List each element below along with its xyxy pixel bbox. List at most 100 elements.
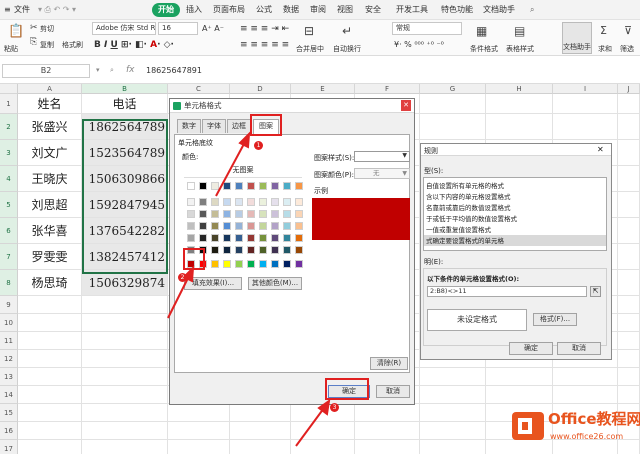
color-swatch[interactable] bbox=[199, 182, 207, 190]
empty-cell[interactable] bbox=[230, 422, 291, 440]
empty-cell[interactable] bbox=[420, 94, 486, 114]
table-style-button[interactable]: 表格样式 bbox=[506, 44, 534, 54]
menu-review[interactable]: 审阅 bbox=[310, 3, 326, 17]
color-swatch[interactable] bbox=[187, 234, 195, 242]
color-swatch[interactable] bbox=[295, 198, 303, 206]
clear-button[interactable]: 清除(R) bbox=[370, 357, 408, 370]
color-swatch[interactable] bbox=[235, 234, 243, 242]
color-swatch[interactable] bbox=[187, 198, 195, 206]
column-header[interactable]: G bbox=[420, 84, 486, 94]
color-swatch[interactable] bbox=[271, 198, 279, 206]
rule-type-item[interactable]: 名靠前或靠后的数值设置格式 bbox=[426, 202, 511, 212]
color-swatch[interactable] bbox=[271, 210, 279, 218]
phone-cell[interactable]: 1862564789 bbox=[82, 114, 168, 140]
empty-cell[interactable] bbox=[291, 422, 355, 440]
zoom-icon[interactable]: ⌕ bbox=[110, 66, 114, 75]
color-swatch[interactable] bbox=[259, 246, 267, 254]
color-swatch[interactable] bbox=[211, 222, 219, 230]
menu-developer[interactable]: 开发工具 bbox=[396, 3, 428, 17]
empty-cell[interactable] bbox=[618, 192, 640, 218]
color-swatch[interactable] bbox=[247, 182, 255, 190]
empty-cell[interactable] bbox=[618, 270, 640, 296]
color-swatch[interactable] bbox=[223, 222, 231, 230]
phone-cell[interactable]: 1523564789 bbox=[82, 140, 168, 166]
formula-input[interactable]: 18625647891 bbox=[146, 66, 202, 75]
color-swatch[interactable] bbox=[211, 246, 219, 254]
font-size-select[interactable]: 16 bbox=[158, 22, 198, 35]
sum-icon[interactable]: Σ bbox=[600, 24, 607, 37]
empty-cell[interactable] bbox=[82, 296, 168, 314]
empty-cell[interactable] bbox=[168, 422, 230, 440]
color-swatch[interactable] bbox=[283, 246, 291, 254]
color-swatch[interactable] bbox=[211, 198, 219, 206]
row-header[interactable]: 14 bbox=[0, 386, 18, 404]
color-swatch[interactable] bbox=[247, 210, 255, 218]
color-swatch[interactable] bbox=[223, 246, 231, 254]
tab-font[interactable]: 字体 bbox=[202, 119, 226, 133]
color-swatch[interactable] bbox=[271, 182, 279, 190]
rule-cancel-button[interactable]: 取消 bbox=[557, 342, 601, 355]
rule-format-button[interactable]: 格式(F)... bbox=[533, 313, 577, 326]
pattern-color-select[interactable]: 无 ▼ bbox=[354, 168, 410, 179]
empty-cell[interactable] bbox=[618, 166, 640, 192]
empty-cell[interactable] bbox=[486, 386, 553, 404]
empty-cell[interactable] bbox=[486, 114, 553, 140]
empty-cell[interactable] bbox=[355, 440, 420, 454]
name-box-dropdown-icon[interactable]: ▾ bbox=[96, 66, 100, 74]
color-swatch[interactable] bbox=[199, 210, 207, 218]
color-swatch[interactable] bbox=[295, 234, 303, 242]
rule-type-item[interactable]: 自值设置所有单元格的格式 bbox=[426, 180, 504, 190]
empty-cell[interactable] bbox=[18, 386, 82, 404]
phone-cell[interactable]: 1506309866 bbox=[82, 166, 168, 192]
phone-cell[interactable]: 1506329874 bbox=[82, 270, 168, 296]
empty-cell[interactable] bbox=[618, 218, 640, 244]
color-swatch[interactable] bbox=[259, 198, 267, 206]
row-header[interactable]: 9 bbox=[0, 296, 18, 314]
header-cell-phone[interactable]: 电话 bbox=[82, 94, 168, 114]
color-swatch[interactable] bbox=[259, 182, 267, 190]
empty-cell[interactable] bbox=[618, 350, 640, 368]
color-swatch[interactable] bbox=[235, 222, 243, 230]
color-swatch[interactable] bbox=[247, 260, 255, 268]
column-header[interactable]: C bbox=[168, 84, 230, 94]
copy-icon[interactable]: ⎘ bbox=[30, 37, 37, 47]
color-swatch[interactable] bbox=[235, 246, 243, 254]
color-swatch[interactable] bbox=[235, 210, 243, 218]
empty-cell[interactable] bbox=[82, 422, 168, 440]
phone-cell[interactable]: 1376542282 bbox=[82, 218, 168, 244]
rule-type-list[interactable]: 自值设置所有单元格的格式 含以下内容的单元格设置格式 名靠前或靠后的数值设置格式… bbox=[423, 177, 607, 251]
cancel-button[interactable]: 取消 bbox=[376, 385, 410, 398]
empty-cell[interactable] bbox=[18, 368, 82, 386]
filter-button[interactable]: 筛选 bbox=[620, 44, 634, 54]
empty-cell[interactable] bbox=[618, 314, 640, 332]
color-swatch[interactable] bbox=[187, 182, 195, 190]
sum-button[interactable]: 求和 bbox=[598, 44, 612, 54]
empty-cell[interactable] bbox=[618, 114, 640, 140]
color-swatch[interactable] bbox=[247, 234, 255, 242]
empty-cell[interactable] bbox=[168, 440, 230, 454]
color-swatch[interactable] bbox=[247, 246, 255, 254]
empty-cell[interactable] bbox=[618, 296, 640, 314]
color-swatch[interactable] bbox=[199, 198, 207, 206]
row-header[interactable]: 2 bbox=[0, 114, 18, 140]
empty-cell[interactable] bbox=[291, 440, 355, 454]
color-swatch[interactable] bbox=[235, 198, 243, 206]
color-swatch[interactable] bbox=[187, 210, 195, 218]
font-name-select[interactable]: Adobe 仿宋 Std R bbox=[92, 22, 156, 35]
color-swatch[interactable] bbox=[283, 260, 291, 268]
font-grow-icon[interactable]: A⁺ A⁻ bbox=[202, 24, 224, 33]
empty-cell[interactable] bbox=[230, 440, 291, 454]
format-painter-button[interactable]: 格式刷 bbox=[62, 40, 83, 50]
conditional-format-button[interactable]: 条件格式 bbox=[470, 44, 498, 54]
empty-cell[interactable] bbox=[618, 94, 640, 114]
empty-cell[interactable] bbox=[486, 368, 553, 386]
conditional-format-icon[interactable]: ▦ bbox=[476, 24, 487, 38]
color-swatch[interactable] bbox=[211, 210, 219, 218]
empty-cell[interactable] bbox=[82, 440, 168, 454]
column-header[interactable]: E bbox=[291, 84, 355, 94]
color-swatch[interactable] bbox=[187, 222, 195, 230]
empty-cell[interactable] bbox=[486, 94, 553, 114]
name-cell[interactable]: 王晓庆 bbox=[18, 166, 82, 192]
empty-cell[interactable] bbox=[18, 332, 82, 350]
name-cell[interactable]: 杨思琦 bbox=[18, 270, 82, 296]
